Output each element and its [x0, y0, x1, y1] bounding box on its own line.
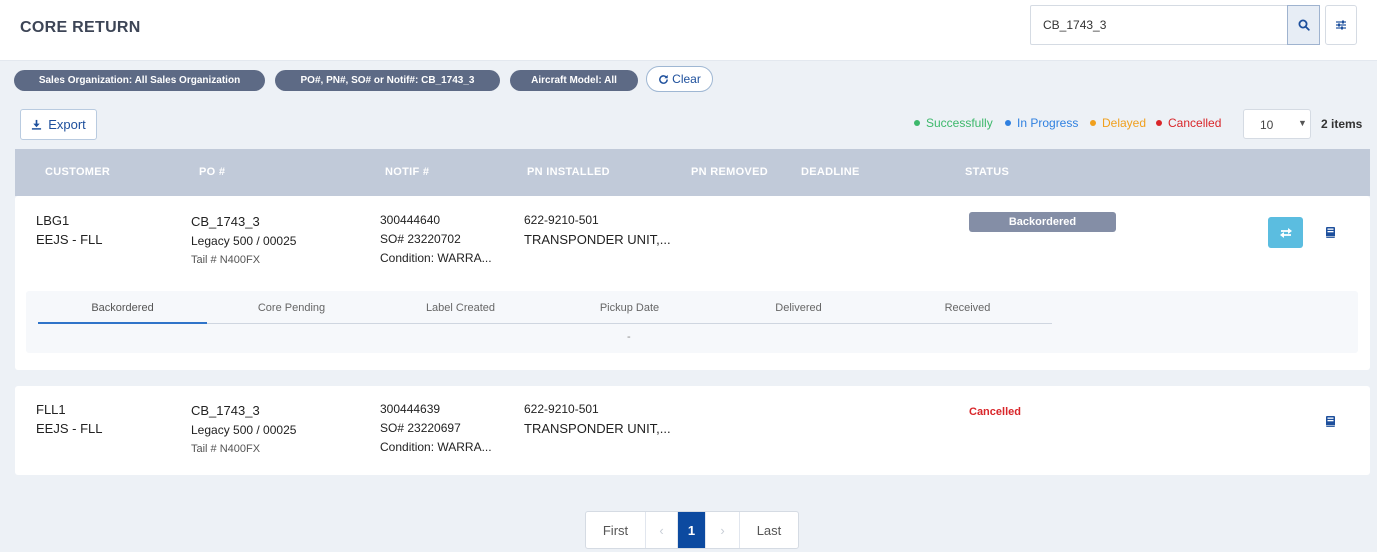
notif-number: 300444639: [380, 402, 441, 416]
refresh-icon: [659, 74, 669, 84]
pn-installed: 622-9210-501: [524, 402, 599, 416]
column-header-po[interactable]: PO #: [199, 166, 225, 178]
clear-filters-button[interactable]: Clear: [646, 66, 713, 92]
tracker-step-pickup-date[interactable]: Pickup Date: [545, 298, 714, 324]
pn-description: TRANSPONDER UNIT,...: [524, 232, 671, 247]
customer-location: EEJS - FLL: [36, 232, 103, 247]
table-row: FLL1 EEJS - FLL CB_1743_3 Legacy 500 / 0…: [15, 386, 1370, 475]
details-button[interactable]: [1322, 224, 1338, 240]
filter-chip-search-term[interactable]: PO#, PN#, SO# or Notif#: CB_1743_3: [275, 70, 500, 91]
status-dot-icon: [1090, 120, 1096, 126]
tracker-step-core-pending[interactable]: Core Pending: [207, 298, 376, 324]
clear-label: Clear: [672, 72, 701, 86]
pagination-first[interactable]: First: [586, 512, 646, 548]
page-size-select[interactable]: 10 ▼: [1243, 109, 1311, 139]
legend-label: Cancelled: [1168, 116, 1222, 130]
table-row: LBG1 EEJS - FLL CB_1743_3 Legacy 500 / 0…: [15, 196, 1370, 370]
export-label: Export: [48, 117, 86, 132]
pn-description: TRANSPONDER UNIT,...: [524, 421, 671, 436]
column-header-customer[interactable]: CUSTOMER: [45, 166, 110, 178]
pagination-prev[interactable]: ‹: [646, 512, 678, 548]
so-number: SO# 23220697: [380, 421, 461, 435]
tracker-step-backordered[interactable]: Backordered: [38, 298, 207, 324]
condition: Condition: WARRA...: [380, 440, 492, 454]
aircraft-model: Legacy 500 / 00025: [191, 234, 297, 248]
page-title: CORE RETURN: [20, 19, 141, 36]
swap-icon: [1279, 228, 1292, 238]
column-header-pn-removed[interactable]: PN REMOVED: [691, 166, 768, 178]
table-header: CUSTOMER PO # NOTIF # PN INSTALLED PN RE…: [15, 149, 1370, 196]
legend-delayed: Delayed: [1090, 116, 1146, 130]
sliders-icon: [1336, 20, 1346, 30]
column-header-notif[interactable]: NOTIF #: [385, 166, 429, 178]
advanced-filter-button[interactable]: [1325, 5, 1357, 45]
caret-down-icon: ▼: [1298, 118, 1307, 128]
search-icon: [1298, 19, 1310, 31]
legend-cancelled: Cancelled: [1156, 116, 1221, 130]
pagination-last[interactable]: Last: [740, 512, 798, 548]
status-dot-icon: [1005, 120, 1011, 126]
export-button[interactable]: Export: [20, 109, 97, 140]
pagination-page-current[interactable]: 1: [678, 512, 706, 548]
tail-number: Tail # N400FX: [191, 443, 261, 455]
legend-label: In Progress: [1017, 116, 1079, 130]
refresh-status-button[interactable]: [1268, 217, 1303, 248]
status-dot-icon: [914, 120, 920, 126]
tracker-detail: -: [627, 331, 631, 343]
status-tracker: Backordered Core Pending Label Created P…: [26, 291, 1358, 353]
po-number: CB_1743_3: [191, 214, 260, 229]
page-header: CORE RETURN: [0, 0, 1377, 61]
notif-number: 300444640: [380, 213, 441, 227]
page-size-value: 10: [1260, 118, 1274, 132]
filter-chip-aircraft-model[interactable]: Aircraft Model: All: [510, 70, 638, 91]
column-header-deadline[interactable]: DEADLINE: [801, 166, 860, 178]
status-badge: Backordered: [969, 212, 1116, 232]
tail-number: Tail # N400FX: [191, 254, 261, 266]
download-icon: [32, 119, 42, 130]
status-text: Cancelled: [969, 406, 1021, 418]
column-header-pn-installed[interactable]: PN INSTALLED: [527, 166, 610, 178]
legend-successfully: Successfully: [914, 116, 993, 130]
search-button[interactable]: [1287, 5, 1320, 45]
tracker-step-delivered[interactable]: Delivered: [714, 298, 883, 324]
filter-chip-sales-organization[interactable]: Sales Organization: All Sales Organizati…: [14, 70, 265, 91]
legend-label: Delayed: [1102, 116, 1147, 130]
column-header-status[interactable]: STATUS: [965, 166, 1009, 178]
customer-location: EEJS - FLL: [36, 421, 103, 436]
customer-code: FLL1: [36, 402, 66, 417]
customer-code: LBG1: [36, 213, 70, 228]
items-count: 2 items: [1321, 117, 1363, 131]
legend-label: Successfully: [926, 116, 993, 130]
book-icon: [1325, 226, 1335, 238]
tracker-step-received[interactable]: Received: [883, 298, 1052, 324]
pagination: First ‹ 1 › Last: [585, 511, 799, 549]
so-number: SO# 23220702: [380, 232, 461, 246]
condition: Condition: WARRA...: [380, 251, 492, 265]
pagination-next[interactable]: ›: [706, 512, 740, 548]
pn-installed: 622-9210-501: [524, 213, 599, 227]
search-box: [1030, 5, 1320, 45]
aircraft-model: Legacy 500 / 00025: [191, 423, 297, 437]
details-button[interactable]: [1322, 413, 1338, 429]
status-dot-icon: [1156, 120, 1162, 126]
po-number: CB_1743_3: [191, 403, 260, 418]
search-input[interactable]: [1031, 6, 1287, 44]
tracker-step-label-created[interactable]: Label Created: [376, 298, 545, 324]
book-icon: [1325, 415, 1335, 427]
legend-in-progress: In Progress: [1005, 116, 1078, 130]
